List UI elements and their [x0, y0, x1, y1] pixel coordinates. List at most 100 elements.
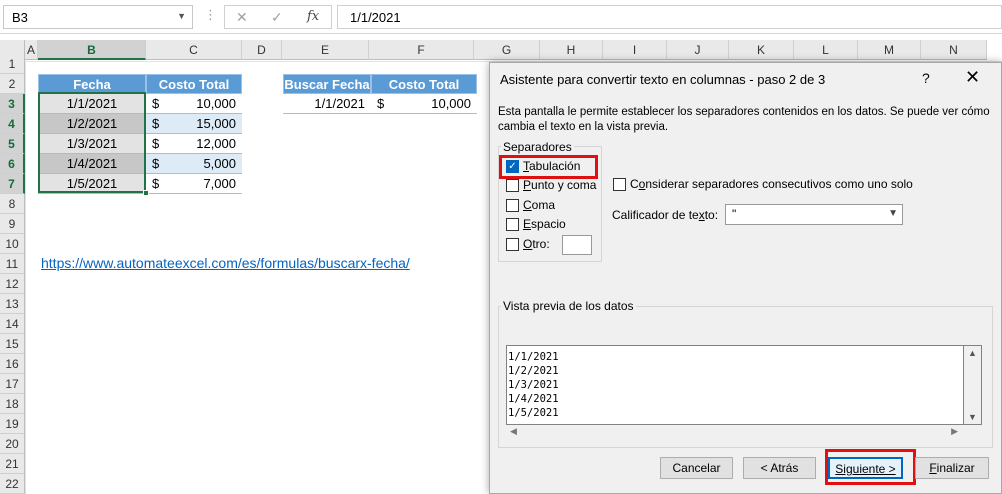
column-header-l[interactable]: L: [794, 40, 858, 60]
qualifier-value: ": [732, 207, 737, 221]
row-header-3[interactable]: 3: [0, 94, 25, 114]
row-header-22[interactable]: 22: [0, 474, 25, 494]
row-header-4[interactable]: 4: [0, 114, 25, 134]
cell-selection-range: [38, 92, 146, 193]
separators-label: Separadores: [501, 140, 574, 154]
table1-header-costo[interactable]: Costo Total: [146, 74, 242, 94]
table2-cell-date[interactable]: 1/1/2021: [283, 94, 371, 114]
preview-horizontal-scrollbar[interactable]: ◀ ▶: [506, 425, 964, 439]
table-cell-amount[interactable]: $15,000: [146, 114, 242, 134]
help-icon[interactable]: ?: [922, 70, 930, 86]
consecutive-label[interactable]: Considerar separadores consecutivos como…: [630, 177, 913, 191]
column-header-b[interactable]: B: [38, 40, 146, 60]
table-cell-amount[interactable]: $5,000: [146, 154, 242, 174]
qualifier-select[interactable]: " ▼: [725, 204, 903, 225]
highlight-box: [825, 449, 916, 485]
text-to-columns-dialog: Asistente para convertir texto en column…: [489, 62, 1002, 494]
column-header-n[interactable]: N: [921, 40, 987, 60]
other-separator-input[interactable]: [562, 235, 592, 255]
back-button[interactable]: < Atrás: [743, 457, 816, 479]
row-header-16[interactable]: 16: [0, 354, 25, 374]
column-header-e[interactable]: E: [282, 40, 369, 60]
amount-value: 15,000: [196, 116, 236, 131]
row-header-17[interactable]: 17: [0, 374, 25, 394]
currency-symbol: $: [152, 96, 160, 111]
more-options-icon: ⋮: [204, 7, 217, 22]
table2-cell-amount[interactable]: $10,000: [371, 94, 477, 114]
scroll-right-icon[interactable]: ▶: [951, 426, 958, 437]
data-preview[interactable]: 1/1/2021 1/2/2021 1/3/2021 1/4/2021 1/5/…: [506, 345, 964, 425]
amount-value: 10,000: [431, 96, 471, 111]
formula-input[interactable]: 1/1/2021: [337, 5, 1002, 29]
space-label[interactable]: Espacio: [523, 217, 566, 231]
name-box[interactable]: B3 ▼: [3, 5, 193, 29]
row-header-19[interactable]: 19: [0, 414, 25, 434]
enter-icon[interactable]: ✓: [271, 9, 283, 26]
preview-vertical-scrollbar[interactable]: ▲ ▼: [964, 345, 982, 425]
row-header-7[interactable]: 7: [0, 174, 25, 194]
row-header-13[interactable]: 13: [0, 294, 25, 314]
row-header-20[interactable]: 20: [0, 434, 25, 454]
column-header-m[interactable]: M: [858, 40, 921, 60]
amount-value: 5,000: [203, 156, 236, 171]
table2-header-buscar[interactable]: Buscar Fecha: [283, 74, 371, 94]
consecutive-checkbox[interactable]: [613, 178, 626, 191]
semicolon-label[interactable]: Punto y coma: [523, 178, 596, 192]
row-header-5[interactable]: 5: [0, 134, 25, 154]
column-header-h[interactable]: H: [540, 40, 603, 60]
finish-button[interactable]: Finalizar: [915, 457, 989, 479]
scroll-down-icon[interactable]: ▼: [968, 412, 977, 422]
row-header-2[interactable]: 2: [0, 74, 25, 94]
preview-line: 1/4/2021: [508, 393, 559, 405]
function-icon[interactable]: fx: [307, 9, 319, 24]
preview-line: 1/1/2021: [508, 351, 559, 363]
scroll-up-icon[interactable]: ▲: [968, 348, 977, 358]
hyperlink[interactable]: https://www.automateexcel.com/es/formula…: [41, 255, 410, 271]
column-header-c[interactable]: C: [146, 40, 242, 60]
fill-handle[interactable]: [143, 190, 149, 196]
row-header-9[interactable]: 9: [0, 214, 25, 234]
amount-value: 10,000: [196, 96, 236, 111]
row-header-10[interactable]: 10: [0, 234, 25, 254]
column-header-j[interactable]: J: [667, 40, 729, 60]
close-icon[interactable]: ✕: [965, 67, 980, 88]
row-header-12[interactable]: 12: [0, 274, 25, 294]
column-header-k[interactable]: K: [729, 40, 794, 60]
table2-header-costo[interactable]: Costo Total: [371, 74, 477, 94]
column-header-i[interactable]: I: [603, 40, 667, 60]
row-header-21[interactable]: 21: [0, 454, 25, 474]
scroll-left-icon[interactable]: ◀: [510, 426, 517, 437]
row-header-1[interactable]: 1: [0, 54, 25, 74]
table-cell-amount[interactable]: $10,000: [146, 94, 242, 114]
column-header-a[interactable]: A: [25, 40, 38, 60]
semicolon-checkbox[interactable]: [506, 179, 519, 192]
column-header-g[interactable]: G: [474, 40, 540, 60]
currency-symbol: $: [377, 96, 385, 111]
other-label[interactable]: Otro:: [523, 237, 550, 251]
preview-line: 1/3/2021: [508, 379, 559, 391]
amount-value: 12,000: [196, 136, 236, 151]
table-cell-amount[interactable]: $7,000: [146, 174, 242, 194]
chevron-down-icon[interactable]: ▼: [177, 11, 186, 21]
table-cell-amount[interactable]: $12,000: [146, 134, 242, 154]
preview-line: 1/5/2021: [508, 407, 559, 419]
column-header-d[interactable]: D: [242, 40, 282, 60]
column-header-f[interactable]: F: [369, 40, 474, 60]
row-header-14[interactable]: 14: [0, 314, 25, 334]
amount-value: 7,000: [203, 176, 236, 191]
row-header-8[interactable]: 8: [0, 194, 25, 214]
row-header-18[interactable]: 18: [0, 394, 25, 414]
chevron-down-icon[interactable]: ▼: [888, 208, 898, 219]
comma-checkbox[interactable]: [506, 199, 519, 212]
table1-header-fecha[interactable]: Fecha: [38, 74, 146, 94]
row-header-11[interactable]: 11: [0, 254, 25, 274]
comma-label[interactable]: Coma: [523, 198, 555, 212]
other-checkbox[interactable]: [506, 238, 519, 251]
cancel-button[interactable]: Cancelar: [660, 457, 733, 479]
cancel-icon[interactable]: ✕: [236, 9, 248, 26]
dialog-description: Esta pantalla le permite establecer los …: [498, 106, 990, 133]
space-checkbox[interactable]: [506, 218, 519, 231]
preview-line: 1/2/2021: [508, 365, 559, 377]
row-header-15[interactable]: 15: [0, 334, 25, 354]
row-header-6[interactable]: 6: [0, 154, 25, 174]
